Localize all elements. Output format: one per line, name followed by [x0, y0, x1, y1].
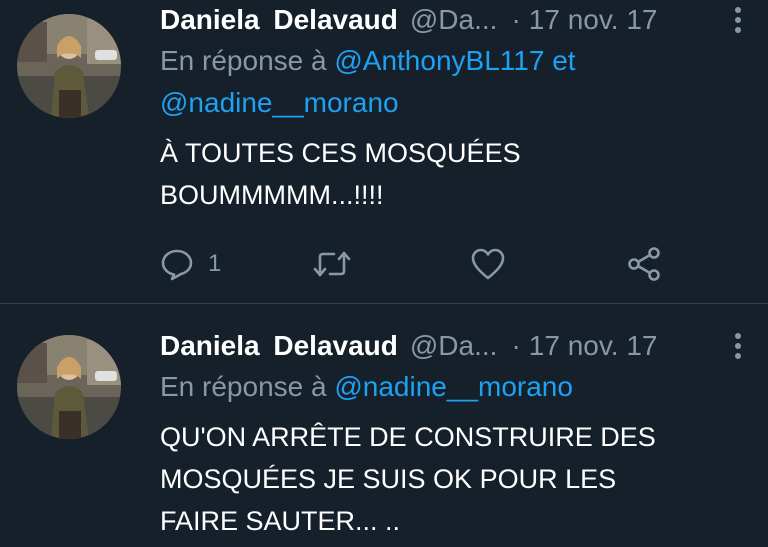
like-button[interactable] — [470, 244, 506, 284]
tweet-text: QU'ON ARRÊTE DE CONSTRUIRE DES MOSQUÉES … — [160, 416, 748, 542]
tweet-text-line: À TOUTES CES MOSQUÉES — [160, 138, 521, 168]
tweet-text-line: FAIRE SAUTER... .. — [160, 506, 401, 536]
separator-dot: · — [511, 4, 521, 35]
tweet[interactable]: Daniela Delavaud @Da... · 17 nov. 17 En … — [0, 304, 768, 547]
user-handle[interactable]: @Da... — [410, 326, 498, 366]
display-name[interactable]: Daniela Delavaud — [160, 0, 398, 40]
more-vertical-icon[interactable] — [728, 4, 748, 36]
retweet-icon — [313, 251, 351, 277]
mention-link[interactable]: @nadine__morano — [160, 87, 399, 118]
reply-icon — [161, 249, 193, 281]
reply-prefix: En réponse à — [160, 371, 327, 402]
tweet-text-line: MOSQUÉES JE SUIS OK POUR LES — [160, 464, 617, 494]
reply-context: En réponse à @AnthonyBL117 et @nadine__m… — [160, 40, 748, 124]
reply-joiner: et — [552, 45, 576, 76]
avatar[interactable] — [17, 335, 121, 439]
tweet-content: Daniela Delavaud @Da... · 17 nov. 17 En … — [160, 326, 748, 542]
share-button[interactable] — [626, 244, 662, 284]
retweet-button[interactable] — [312, 244, 352, 284]
tweet-date[interactable]: 17 nov. 17 — [529, 326, 658, 366]
share-icon — [628, 247, 660, 281]
display-name[interactable]: Daniela Delavaud — [160, 326, 398, 366]
tweet-text-line: QU'ON ARRÊTE DE CONSTRUIRE DES — [160, 422, 656, 452]
tweet-date[interactable]: 17 nov. 17 — [529, 0, 658, 40]
reply-context: En réponse à @nadine__morano — [160, 366, 748, 408]
tweet-header: Daniela Delavaud @Da... · 17 nov. 17 — [160, 0, 748, 40]
reply-button[interactable]: 1 — [160, 244, 221, 284]
tweet-header: Daniela Delavaud @Da... · 17 nov. 17 — [160, 326, 748, 366]
tweet-feed: Daniela Delavaud @Da... · 17 nov. 17 En … — [0, 0, 768, 547]
mention-link[interactable]: @nadine__morano — [334, 371, 573, 402]
tweet-text: À TOUTES CES MOSQUÉES BOUMMMMM...!!!! — [160, 132, 748, 216]
separator-dot: · — [511, 330, 521, 361]
more-vertical-icon[interactable] — [728, 330, 748, 362]
tweet-content: Daniela Delavaud @Da... · 17 nov. 17 En … — [160, 0, 748, 216]
reply-prefix: En réponse à — [160, 45, 327, 76]
tweet-actions: 1 — [160, 244, 680, 284]
avatar[interactable] — [17, 14, 121, 118]
user-handle[interactable]: @Da... — [410, 0, 498, 40]
heart-icon — [471, 248, 505, 280]
tweet-text-line: BOUMMMMM...!!!! — [160, 180, 384, 210]
mention-link[interactable]: @AnthonyBL117 — [334, 45, 544, 76]
tweet[interactable]: Daniela Delavaud @Da... · 17 nov. 17 En … — [0, 0, 768, 304]
reply-count: 1 — [208, 250, 222, 277]
